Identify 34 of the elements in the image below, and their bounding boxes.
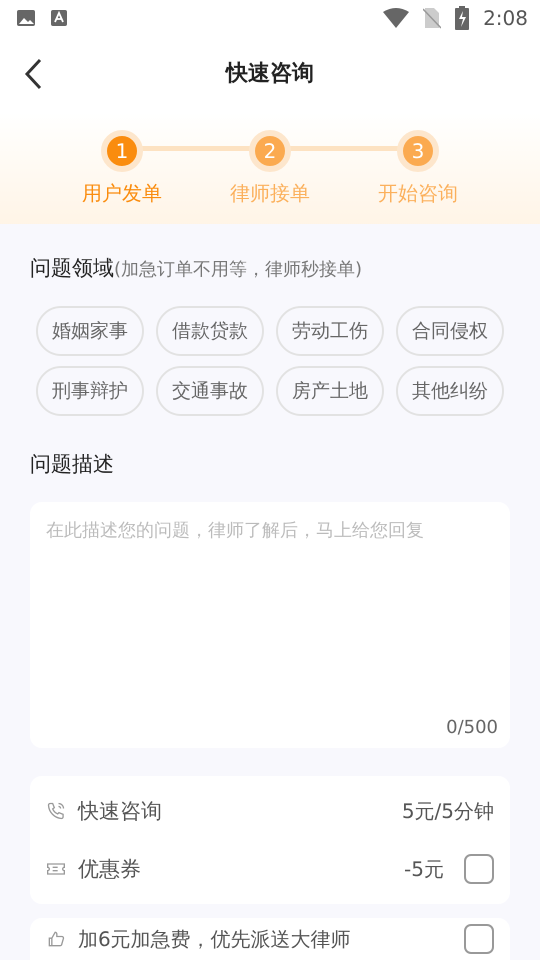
section-hint: (加急订单不用等，律师秒接单) <box>114 258 362 281</box>
price-value: -5元 <box>404 856 444 882</box>
no-sim-icon <box>423 7 442 29</box>
font-icon <box>50 9 68 27</box>
character-counter: 0/500 <box>446 717 498 738</box>
category-chip[interactable]: 劳动工伤 <box>276 306 384 356</box>
category-chip[interactable]: 借款贷款 <box>156 306 264 356</box>
category-chip[interactable]: 刑事辩护 <box>36 366 144 416</box>
thumb-icon <box>46 929 66 949</box>
checkbox[interactable] <box>464 924 494 954</box>
step-number: 3 <box>397 130 439 172</box>
step-number: 1 <box>101 130 143 172</box>
step-label: 用户发单 <box>82 180 162 207</box>
section-title: 问题描述 <box>30 452 114 476</box>
step-number: 2 <box>249 130 291 172</box>
price-label: 快速咨询 <box>78 798 163 825</box>
phone-icon <box>46 801 66 821</box>
image-icon <box>16 8 36 28</box>
category-chip[interactable]: 交通事故 <box>156 366 264 416</box>
status-time: 2:08 <box>483 6 528 30</box>
page-title: 快速咨询 <box>226 60 314 88</box>
category-chip[interactable]: 房产土地 <box>276 366 384 416</box>
price-label: 优惠券 <box>78 856 142 883</box>
category-chip[interactable]: 合同侵权 <box>396 306 504 356</box>
step-label: 开始咨询 <box>378 180 458 207</box>
step-label: 律师接单 <box>230 180 310 207</box>
category-chip[interactable]: 婚姻家事 <box>36 306 144 356</box>
wifi-icon <box>383 8 410 28</box>
battery-icon <box>455 6 470 30</box>
section-title: 问题领域 <box>30 255 114 282</box>
urgent-label: 加6元加急费，优先派送大律师 <box>78 926 352 952</box>
checkbox[interactable] <box>464 854 494 884</box>
category-chip[interactable]: 其他纠纷 <box>396 366 504 416</box>
price-value: 5元/5分钟 <box>402 798 494 824</box>
